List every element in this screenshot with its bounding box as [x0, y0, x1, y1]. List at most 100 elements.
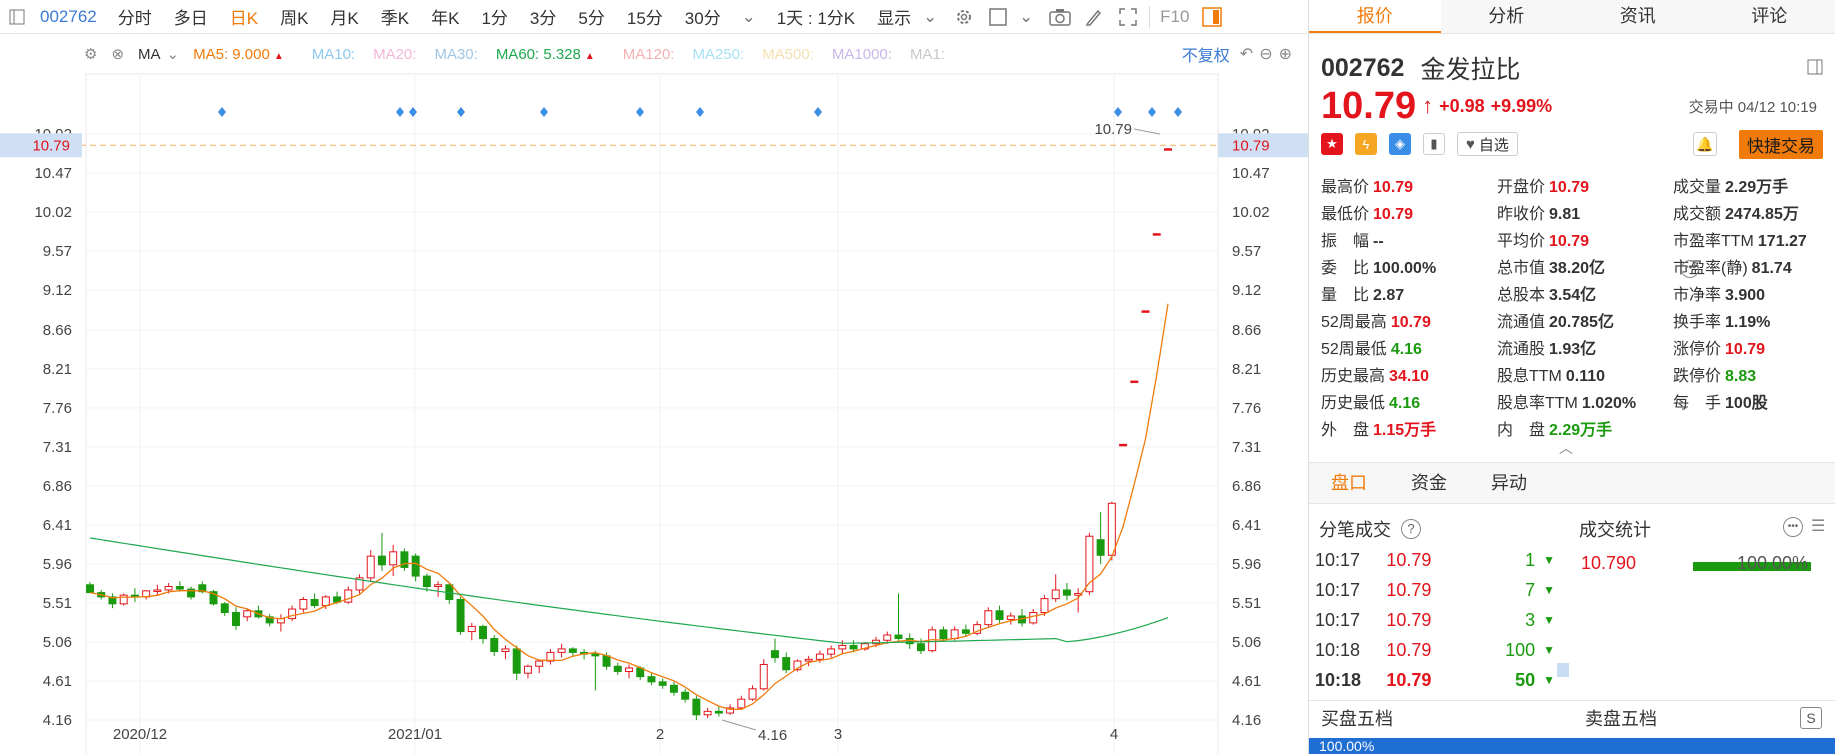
- camera-icon[interactable]: [1049, 6, 1071, 28]
- kline-setting-button[interactable]: 1天 : 1分K: [766, 4, 866, 29]
- scroll-marker[interactable]: [1557, 663, 1569, 677]
- tick-row: 10:17 10.79 7 ▼: [1315, 575, 1555, 605]
- y-tick-label: 5.06: [43, 634, 72, 651]
- gear-icon[interactable]: [953, 6, 975, 28]
- stock-code-label[interactable]: 002762: [34, 7, 107, 27]
- lightning-icon[interactable]: ϟ: [1355, 133, 1377, 155]
- f10-button[interactable]: F10: [1154, 7, 1195, 27]
- y-tick-label: 10.47: [1232, 165, 1270, 182]
- y-tick-label: 4.16: [1232, 712, 1261, 729]
- ma-value[interactable]: MA1000:: [832, 46, 896, 63]
- sell-icon[interactable]: S: [1800, 707, 1822, 729]
- price-row: 10.79 ↑ +0.98 +9.99% 交易中 04/12 10:19: [1309, 85, 1835, 127]
- list-icon[interactable]: ☰: [1811, 516, 1825, 536]
- panel-tab[interactable]: 报价: [1309, 0, 1441, 33]
- y-tick-label: 9.12: [1232, 282, 1261, 299]
- close-icon[interactable]: ⊗: [111, 45, 124, 63]
- up-arrow-icon: ↑: [1422, 93, 1434, 118]
- ma-value[interactable]: MA10:: [312, 46, 359, 63]
- undo-icon[interactable]: ↶: [1240, 44, 1253, 64]
- candle-body: [591, 653, 600, 657]
- ma-value-text: MA1000:: [831, 45, 892, 63]
- quote-label: 市盈率TTM: [1673, 233, 1754, 250]
- period-tab[interactable]: 季K: [370, 4, 420, 29]
- quote-value: 4.16: [1389, 395, 1421, 412]
- quote-item: 昨收价 9.81: [1497, 201, 1673, 228]
- chevron-down-icon[interactable]: ⌄: [1015, 6, 1037, 28]
- help-icon[interactable]: ?: [1401, 519, 1421, 539]
- display-button[interactable]: 显示: [866, 4, 913, 29]
- fullscreen-icon[interactable]: [1117, 6, 1139, 28]
- bookmark-icon[interactable]: ▮: [1423, 133, 1445, 155]
- quote-label: 涨停价: [1673, 341, 1722, 358]
- ma-value[interactable]: MA500:: [762, 46, 818, 63]
- quote-value: 10.79: [1725, 341, 1766, 358]
- panel-tab[interactable]: 评论: [1704, 0, 1835, 33]
- ma-value[interactable]: MA1:: [910, 46, 949, 63]
- ma-legend: ⚙ ⊗ MA ⌄ MA5: 9.000 ▲ MA10: MA20: MA30: MA60:…: [84, 42, 977, 66]
- sub-tab[interactable]: 异动: [1469, 463, 1549, 503]
- period-tab[interactable]: 周K: [269, 4, 319, 29]
- ma-selector[interactable]: MA: [138, 46, 161, 63]
- zoom-out-icon[interactable]: ⊖: [1259, 44, 1272, 64]
- zoom-in-icon[interactable]: ⊕: [1279, 44, 1292, 64]
- quote-label: 换手率: [1673, 314, 1722, 331]
- quote-label: 流通股: [1497, 341, 1546, 358]
- chevron-down-icon[interactable]: ⌄: [167, 45, 180, 63]
- period-tab[interactable]: 多日: [163, 4, 219, 29]
- sub-tab[interactable]: 资金: [1389, 463, 1469, 503]
- kline-chart[interactable]: 10.9210.9210.4710.4710.0210.029.579.579.…: [0, 34, 1308, 754]
- period-tab[interactable]: 5分: [567, 4, 615, 29]
- tick-vol: 1: [1525, 549, 1536, 570]
- adjust-button[interactable]: 不复权: [1182, 42, 1230, 66]
- ma-value[interactable]: MA60: 5.328 ▲: [496, 46, 609, 63]
- collapse-up-icon[interactable]: ︿: [1559, 438, 1573, 458]
- candle-body: [1152, 233, 1161, 236]
- ma-value[interactable]: MA20:: [373, 46, 420, 63]
- chevron-down-icon[interactable]: ⌄: [919, 6, 941, 28]
- collapse-icon[interactable]: [1807, 59, 1823, 78]
- period-tab[interactable]: 分时: [107, 4, 163, 29]
- panel-tab[interactable]: 分析: [1441, 0, 1573, 33]
- bell-icon[interactable]: 🔔: [1693, 132, 1717, 156]
- panel-toggle-icon[interactable]: [1201, 6, 1223, 28]
- draw-pen-icon[interactable]: [1083, 6, 1105, 28]
- candle-body: [1107, 502, 1116, 556]
- candle-body: [1096, 539, 1105, 556]
- settings-icon[interactable]: ⚙: [84, 45, 97, 63]
- more-options-icon[interactable]: •••: [1783, 517, 1803, 537]
- quote-value: 2.29万手: [1725, 179, 1789, 196]
- sub-tab[interactable]: 盘口: [1309, 463, 1389, 503]
- sell5-label: 卖盘五档: [1585, 709, 1657, 729]
- period-tab[interactable]: 月K: [319, 4, 369, 29]
- ma-value[interactable]: MA120:: [623, 46, 679, 63]
- period-tab[interactable]: 30分: [674, 4, 732, 29]
- china-flag-icon: ★: [1321, 133, 1343, 155]
- sidebar-toggle-icon[interactable]: [6, 6, 28, 28]
- up-triangle-icon: ▲: [584, 50, 595, 62]
- chevron-down-icon[interactable]: ⌄: [738, 6, 760, 28]
- quote-item: 52周最高 10.79: [1321, 309, 1497, 336]
- ma-value[interactable]: MA250:: [692, 46, 748, 63]
- period-tab[interactable]: 3分: [519, 4, 567, 29]
- period-tab[interactable]: 1分: [470, 4, 518, 29]
- tick-price: 10.79: [1386, 579, 1432, 600]
- period-tab[interactable]: 年K: [420, 4, 470, 29]
- period-tab[interactable]: 15分: [616, 4, 674, 29]
- quick-trade-button[interactable]: 快捷交易: [1739, 129, 1823, 159]
- stat-pct: 100.00%: [1737, 553, 1809, 573]
- ma-value[interactable]: MA30:: [434, 46, 481, 63]
- quote-label: 内 盘: [1497, 422, 1546, 439]
- more-icon[interactable]: •••: [1681, 260, 1699, 278]
- quote-item: 52周最低 4.16: [1321, 336, 1497, 363]
- panel-tab[interactable]: 资讯: [1572, 0, 1704, 33]
- layout-icon[interactable]: [987, 6, 1009, 28]
- quote-value: 2.29万手: [1549, 422, 1613, 439]
- candle-body: [995, 610, 1004, 620]
- period-tab[interactable]: 日K: [219, 4, 269, 29]
- quote-item: 每 手 100股: [1673, 390, 1831, 417]
- heart-icon: ♥: [1466, 135, 1475, 153]
- tag-icon[interactable]: ◈: [1389, 133, 1411, 155]
- add-watchlist-button[interactable]: ♥ 自选: [1457, 132, 1518, 156]
- ma-value[interactable]: MA5: 9.000 ▲: [193, 46, 298, 63]
